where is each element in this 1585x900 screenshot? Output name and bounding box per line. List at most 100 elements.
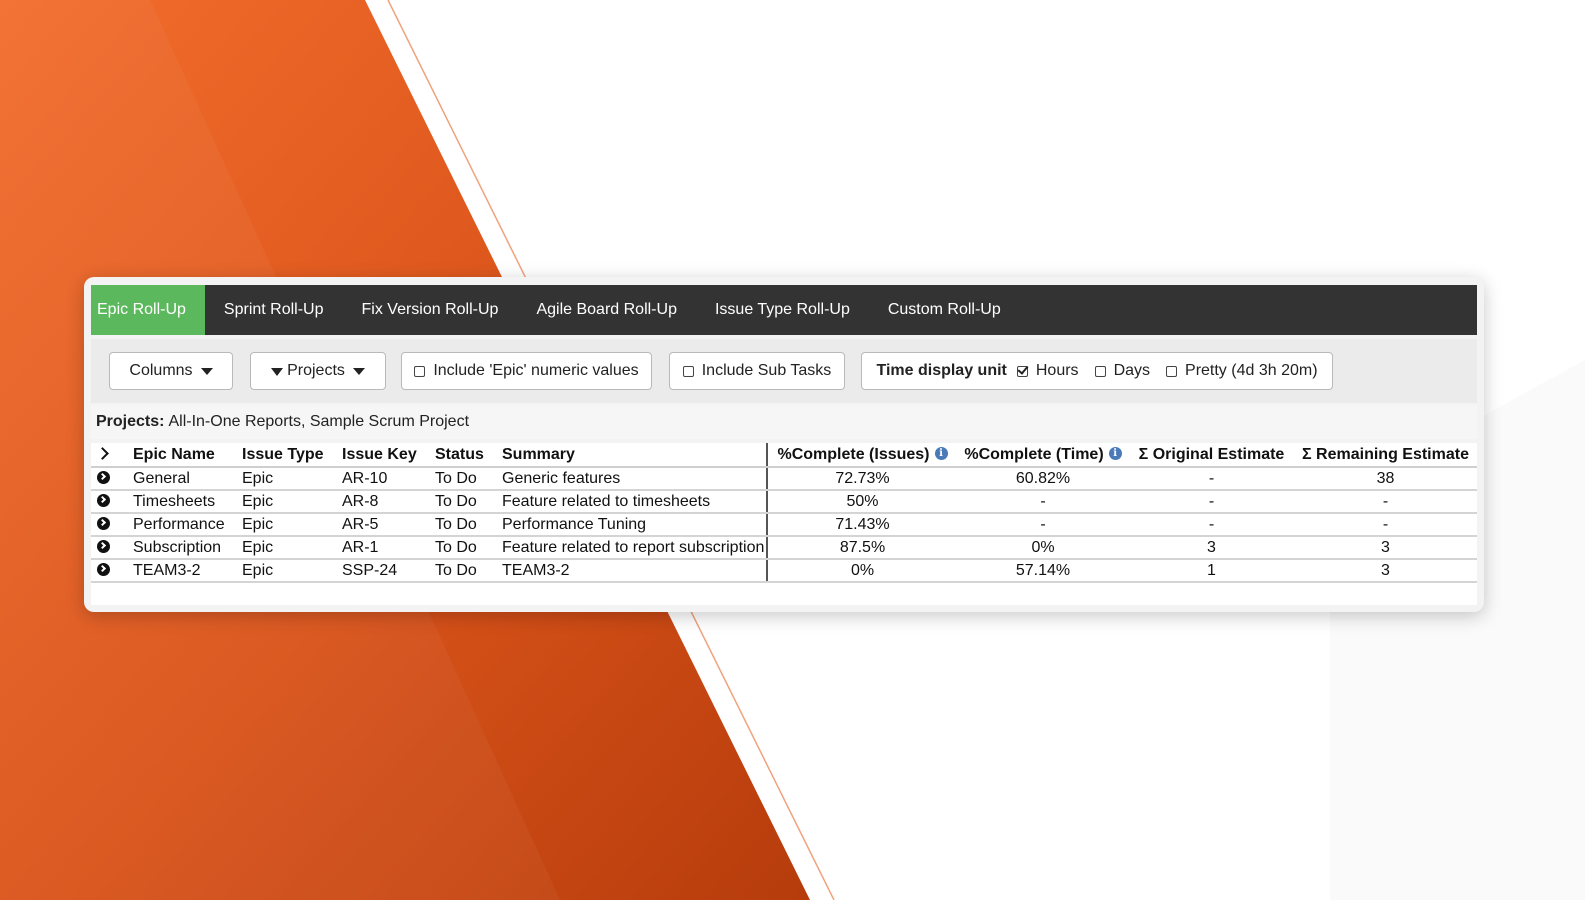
issue-type-cell: Epic [236,467,336,491]
col-remaining-estimate[interactable]: Σ Remaining Estimate [1294,443,1477,468]
col-epic-name[interactable]: Epic Name [127,443,236,468]
include-subtasks-checkbox[interactable] [682,365,694,377]
columns-dropdown-button[interactable]: Columns [109,352,233,390]
epic-name-cell[interactable]: Timesheets [127,490,236,514]
pct-time-cell: - [957,513,1129,537]
pct-time-cell: 57.14% [957,559,1129,583]
time-display-unit-group: Time display unit Hours Days Pretty (4d … [861,352,1333,390]
status-cell: To Do [429,536,496,560]
tab-sprint-rollup[interactable]: Sprint Roll-Up [205,285,343,335]
pct-time-cell: 60.82% [957,467,1129,491]
expand-cell[interactable] [91,536,127,560]
expand-row-icon[interactable] [97,470,110,484]
expand-cell[interactable] [91,467,127,491]
issue-key-cell[interactable]: SSP-24 [336,559,429,583]
expand-row-icon[interactable] [97,493,110,507]
original-estimate-cell: - [1129,467,1294,491]
remaining-estimate-cell: 3 [1294,536,1477,560]
table-row: TEAM3-2 Epic SSP-24 To Do TEAM3-2 0% 57.… [91,559,1477,583]
pct-issues-cell: 50% [767,490,957,514]
tab-epic-rollup[interactable]: Epic Roll-Up [91,285,205,335]
table-row: Subscription Epic AR-1 To Do Feature rel… [91,536,1477,560]
columns-label: Columns [129,362,193,379]
summary-cell: Feature related to report subscription [496,536,768,560]
include-epic-checkbox[interactable] [414,365,426,377]
tab-fix-version-rollup[interactable]: Fix Version Roll-Up [343,285,518,335]
expand-cell[interactable] [91,559,127,583]
time-unit-days-option[interactable]: Days [1094,362,1151,380]
col-summary[interactable]: Summary [496,443,768,468]
expand-row-icon[interactable] [97,539,110,553]
summary-cell: TEAM3-2 [496,559,768,583]
status-cell: To Do [429,467,496,491]
col-issue-type[interactable]: Issue Type [236,443,336,468]
col-status[interactable]: Status [429,443,496,468]
include-subtasks-label: Include Sub Tasks [701,362,832,379]
pct-issues-cell: 72.73% [767,467,957,491]
hours-checkbox[interactable] [1016,365,1028,377]
issue-key-cell[interactable]: AR-10 [336,467,429,491]
filter-icon [271,368,284,376]
status-cell: To Do [429,513,496,537]
expand-cell[interactable] [91,490,127,514]
tab-custom-rollup[interactable]: Custom Roll-Up [869,285,1020,335]
expand-row-icon[interactable] [97,562,110,576]
remaining-estimate-cell: - [1294,490,1477,514]
pct-time-cell: 0% [957,536,1129,560]
epic-rollup-table: Epic Name Issue Type Issue Key Status Su… [91,443,1477,583]
col-pct-complete-time[interactable]: %Complete (Time) i [957,443,1129,468]
issue-type-cell: Epic [236,513,336,537]
epic-name-cell[interactable]: General [127,467,236,491]
col-original-estimate[interactable]: Σ Original Estimate [1129,443,1294,468]
days-checkbox[interactable] [1094,365,1106,377]
tab-agile-board-rollup[interactable]: Agile Board Roll-Up [517,285,696,335]
time-unit-label: Time display unit [876,362,1007,379]
pretty-label: Pretty (4d 3h 20m) [1185,362,1318,379]
epic-rollup-table-container: Epic Name Issue Type Issue Key Status Su… [91,443,1477,605]
rollup-tab-bar: Epic Roll-Up Sprint Roll-Up Fix Version … [91,285,1477,335]
issue-key-cell[interactable]: AR-5 [336,513,429,537]
issue-type-cell: Epic [236,536,336,560]
epic-name-cell[interactable]: Subscription [127,536,236,560]
report-panel: Epic Roll-Up Sprint Roll-Up Fix Version … [84,277,1484,612]
issue-type-cell: Epic [236,490,336,514]
summary-cell: Feature related to timesheets [496,490,768,514]
info-icon[interactable]: i [934,446,948,460]
include-subtasks-toggle[interactable]: Include Sub Tasks [669,352,845,390]
table-row: Performance Epic AR-5 To Do Performance … [91,513,1477,537]
original-estimate-cell: - [1129,490,1294,514]
expand-cell[interactable] [91,513,127,537]
chevron-right-icon[interactable] [96,446,109,460]
col-issue-key[interactable]: Issue Key [336,443,429,468]
time-unit-hours-option[interactable]: Hours [1016,362,1079,380]
expand-row-icon[interactable] [97,516,110,530]
projects-caption: Projects: [96,413,165,430]
pretty-checkbox[interactable] [1166,365,1178,377]
original-estimate-cell: 1 [1129,559,1294,583]
epic-name-cell[interactable]: Performance [127,513,236,537]
status-cell: To Do [429,559,496,583]
time-unit-pretty-option[interactable]: Pretty (4d 3h 20m) [1166,362,1318,380]
days-label: Days [1113,362,1151,379]
issue-key-cell[interactable]: AR-8 [336,490,429,514]
include-epic-label: Include 'Epic' numeric values [433,362,639,379]
epic-name-cell[interactable]: TEAM3-2 [127,559,236,583]
remaining-estimate-cell: 3 [1294,559,1477,583]
table-row: Timesheets Epic AR-8 To Do Feature relat… [91,490,1477,514]
expand-all-header[interactable] [91,443,127,468]
include-epic-values-toggle[interactable]: Include 'Epic' numeric values [401,352,652,390]
projects-filter-button[interactable]: Projects [250,352,386,390]
pct-issues-cell: 0% [767,559,957,583]
tab-issue-type-rollup[interactable]: Issue Type Roll-Up [696,285,869,335]
table-header-row: Epic Name Issue Type Issue Key Status Su… [91,443,1477,468]
caret-down-icon [352,367,365,375]
options-toolbar: Columns Projects Include 'Epic' numeric … [91,339,1477,403]
issue-key-cell[interactable]: AR-1 [336,536,429,560]
hours-label: Hours [1035,362,1079,379]
projects-filter-label: Projects [287,362,345,379]
pct-issues-header-label: %Complete (Issues) [777,445,930,463]
table-row: General Epic AR-10 To Do Generic feature… [91,467,1477,491]
pct-time-cell: - [957,490,1129,514]
info-icon[interactable]: i [1108,446,1122,460]
col-pct-complete-issues[interactable]: %Complete (Issues) i [767,443,957,468]
